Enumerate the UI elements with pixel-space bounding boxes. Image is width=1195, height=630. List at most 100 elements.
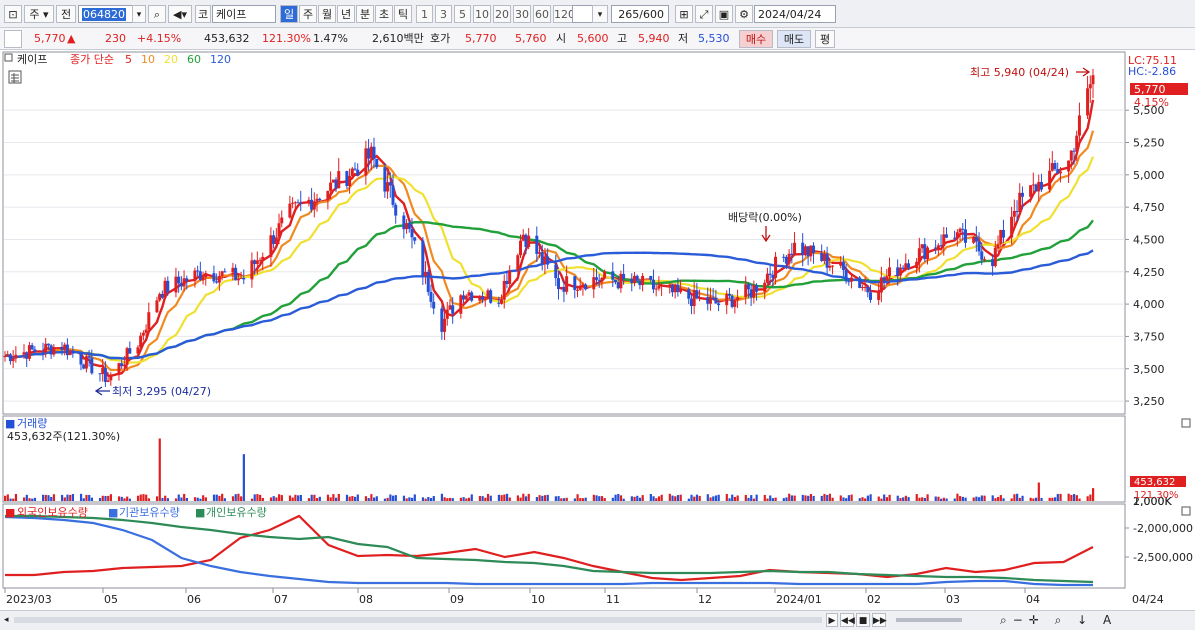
- info-toggle-icon[interactable]: [4, 30, 22, 48]
- stop-icon[interactable]: ■: [856, 613, 870, 627]
- foreign-marker: ■: [5, 506, 15, 519]
- period-button-6[interactable]: 초: [375, 5, 393, 23]
- exchange-label[interactable]: 코: [195, 5, 211, 23]
- last-pct-label: 4.15%: [1134, 96, 1169, 109]
- eval-button[interactable]: 평: [815, 30, 835, 48]
- volume-bar: [503, 494, 506, 501]
- volume-bar: [942, 497, 945, 501]
- candle: [296, 202, 300, 204]
- save-icon[interactable]: ▣: [715, 5, 733, 23]
- volume-bar: [668, 493, 671, 501]
- volume-bar: [793, 495, 796, 501]
- volume-bar: [896, 495, 899, 501]
- gear-icon[interactable]: ⚙: [735, 5, 753, 23]
- stock-name-field[interactable]: 케이프: [212, 5, 276, 23]
- candle: [87, 356, 91, 358]
- candle: [60, 346, 64, 350]
- y-tick-2: 5,000: [1133, 169, 1165, 182]
- rewind-icon[interactable]: ◀◀: [840, 613, 855, 627]
- volume-bar: [1059, 493, 1062, 501]
- speaker-icon[interactable]: ◀▾: [168, 5, 192, 23]
- period-button-5[interactable]: 분: [356, 5, 374, 23]
- volume-bar: [1056, 493, 1059, 501]
- candle-type-icon[interactable]: ⊞: [675, 5, 693, 23]
- candle: [999, 230, 1003, 245]
- forward-icon[interactable]: ▶▶: [872, 613, 887, 627]
- volume-bar: [367, 498, 370, 501]
- volume-bar: [766, 498, 769, 501]
- sell-button[interactable]: 매도: [777, 30, 811, 48]
- prev-button[interactable]: 전: [56, 5, 76, 23]
- volume-bar: [907, 497, 910, 501]
- candle: [231, 267, 235, 273]
- interval-button-3[interactable]: 3: [435, 5, 452, 23]
- code-dropdown-icon[interactable]: ▾: [132, 5, 146, 23]
- play-icon[interactable]: ▶: [826, 613, 838, 627]
- period-button-2[interactable]: 주: [299, 5, 317, 23]
- period-button-4[interactable]: 년: [337, 5, 355, 23]
- candle: [375, 158, 379, 168]
- layout-icon[interactable]: ⊡: [4, 5, 22, 23]
- period-button-1[interactable]: 일: [280, 5, 298, 23]
- candle: [559, 286, 563, 290]
- candle: [293, 202, 297, 204]
- candle: [383, 167, 387, 192]
- candle: [250, 260, 254, 280]
- candle: [483, 298, 487, 300]
- market-select[interactable]: 주 ▾: [24, 5, 54, 23]
- volume-close-icon[interactable]: [1181, 418, 1191, 428]
- volume-bar: [120, 496, 123, 501]
- interval-dropdown-icon[interactable]: ▾: [592, 5, 608, 23]
- date-field[interactable]: 2024/04/24: [754, 5, 836, 23]
- volume-bar: [256, 494, 259, 501]
- volume-bar: [541, 495, 544, 501]
- volume-bar: [649, 493, 652, 501]
- candle: [502, 280, 506, 300]
- count-field[interactable]: 265/600: [611, 5, 669, 23]
- candle: [1058, 171, 1062, 174]
- scroll-left-icon[interactable]: ◂: [4, 615, 12, 625]
- volume-bar: [709, 497, 712, 501]
- candle: [1015, 210, 1019, 212]
- interval-button-5[interactable]: 5: [454, 5, 471, 23]
- period-button-7[interactable]: 틱: [394, 5, 412, 23]
- volume-ratio: 121.30%: [262, 32, 311, 45]
- candle: [660, 284, 664, 286]
- interval-button-1[interactable]: 1: [416, 5, 433, 23]
- volume-bar: [261, 497, 264, 501]
- candle: [944, 234, 948, 238]
- candle: [68, 350, 72, 356]
- volume-bar: [592, 494, 595, 501]
- stock-chart[interactable]: 5,5005,2505,0004,7504,5004,2504,0003,750…: [0, 50, 1195, 610]
- up-arrow-icon: ▲: [67, 32, 76, 45]
- candle: [470, 292, 474, 301]
- search-icon[interactable]: ⌕: [148, 5, 166, 23]
- volume-bar: [60, 494, 64, 501]
- zoom-track[interactable]: [896, 618, 962, 622]
- candle: [803, 246, 807, 256]
- period-button-3[interactable]: 월: [318, 5, 336, 23]
- candle: [1086, 88, 1090, 116]
- interval-button-60[interactable]: 60: [533, 5, 551, 23]
- interval-button-10[interactable]: 10: [473, 5, 491, 23]
- high-annotation: 최고 5,940 (04/24): [970, 66, 1069, 79]
- candle: [426, 271, 430, 293]
- volume-bar: [869, 494, 872, 501]
- candle: [584, 284, 588, 290]
- flow-close-icon[interactable]: [1181, 506, 1191, 516]
- buy-button[interactable]: 매수: [739, 30, 773, 48]
- volume-bar: [717, 494, 720, 501]
- volume-bar: [98, 497, 102, 501]
- volume-bar: [486, 493, 490, 501]
- volume-bar: [310, 494, 313, 501]
- scroll-track[interactable]: [14, 617, 822, 623]
- candle: [353, 168, 357, 170]
- candle: [676, 284, 680, 293]
- volume-bar: [763, 494, 766, 501]
- interval-button-20[interactable]: 20: [493, 5, 511, 23]
- interval-button-30[interactable]: 30: [513, 5, 531, 23]
- hc-label: HC:-2.86: [1128, 65, 1176, 78]
- draw-tool-icon[interactable]: ⤢: [695, 5, 713, 23]
- candle: [527, 235, 531, 248]
- zoom-controls[interactable]: ⌕−✛ ⌕ ↓ A: [1000, 612, 1180, 628]
